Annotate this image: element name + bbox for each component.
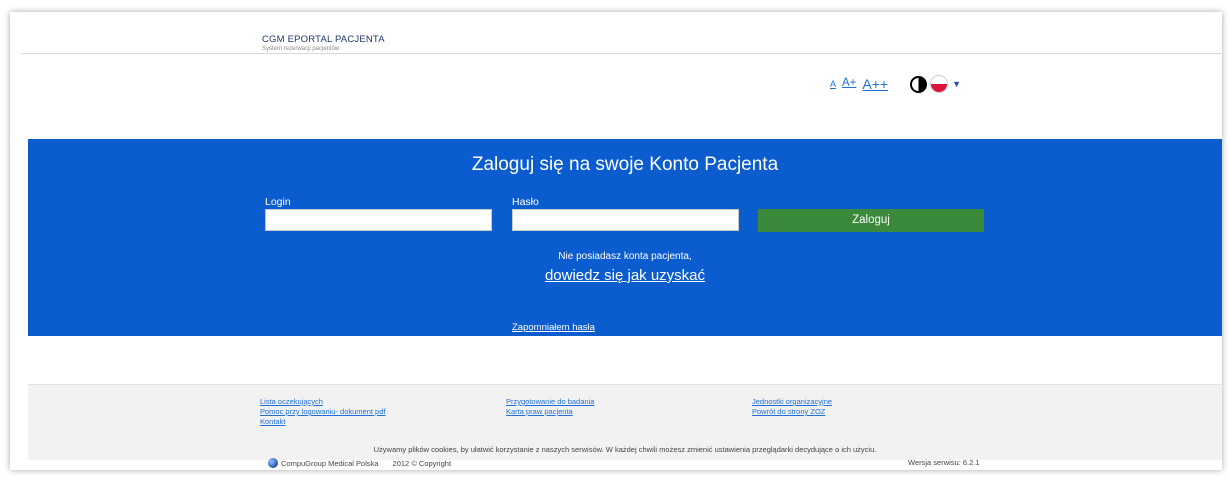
forgot-password-link[interactable]: Zapomniałem hasła: [512, 322, 595, 333]
brand-subtitle: System rezerwacji pacjentów: [262, 46, 340, 52]
brand: CGM EPORTAL PACJENTA System rezerwacji p…: [262, 34, 385, 52]
accessibility-tools: A A+ A++ ▼: [830, 75, 961, 93]
login-banner: Zaloguj się na swoje Konto Pacjenta Logi…: [28, 139, 1222, 336]
cookie-notice: Używamy plików cookies, by ułatwić korzy…: [373, 445, 877, 454]
contrast-icon[interactable]: [910, 75, 928, 93]
font-size-xlarge-button[interactable]: A++: [862, 77, 888, 91]
footer-link-patient-rights[interactable]: Karta praw pacjenta: [506, 407, 573, 416]
footer-link-login-help[interactable]: Pomoc przy logowaniu- dokument pdf: [260, 407, 385, 416]
password-input[interactable]: [512, 209, 739, 231]
version-text: Wersja serwisu: 6.2.1: [908, 458, 980, 467]
login-label: Login: [265, 196, 291, 208]
login-input[interactable]: [265, 209, 492, 231]
learn-how-link[interactable]: dowiedz się jak uzyskać: [545, 267, 705, 284]
flag-pl-icon[interactable]: [930, 75, 949, 93]
brand-title: CGM EPORTAL PACJENTA: [262, 34, 385, 45]
login-title: Zaloguj się na swoje Konto Pacjenta: [471, 154, 779, 175]
compugroup-logo-icon: [268, 458, 278, 468]
footer-link-units[interactable]: Jednostki organizacyjne: [752, 397, 832, 406]
password-label: Hasło: [512, 196, 539, 208]
copyright-line: CompuGroup Medical Polska 2012 © Copyrig…: [268, 458, 451, 468]
learn-how-container: dowiedz się jak uzyskać: [28, 267, 1222, 285]
header-divider: [22, 53, 1222, 54]
font-size-normal-button[interactable]: A: [830, 79, 836, 89]
footer: Lista oczekujących Pomoc przy logowaniu-…: [28, 384, 1222, 468]
copyright-text: 2012 © Copyright: [392, 458, 452, 468]
caret-down-icon[interactable]: ▼: [952, 79, 961, 89]
footer-link-waiting-list[interactable]: Lista oczekujących: [260, 397, 323, 406]
footer-link-back-to-zoz[interactable]: Powrót do strony ZOZ: [752, 407, 825, 416]
footer-link-contact[interactable]: Kontakt: [260, 417, 285, 426]
no-account-text: Nie posiadasz konta pacjenta,: [558, 251, 692, 262]
company-name: CompuGroup Medical Polska: [281, 458, 379, 468]
login-button[interactable]: Zaloguj: [758, 209, 984, 232]
page-frame: CGM EPORTAL PACJENTA System rezerwacji p…: [10, 12, 1222, 470]
footer-link-exam-prep[interactable]: Przygotowanie do badania: [506, 397, 594, 406]
font-size-large-button[interactable]: A+: [842, 78, 856, 90]
